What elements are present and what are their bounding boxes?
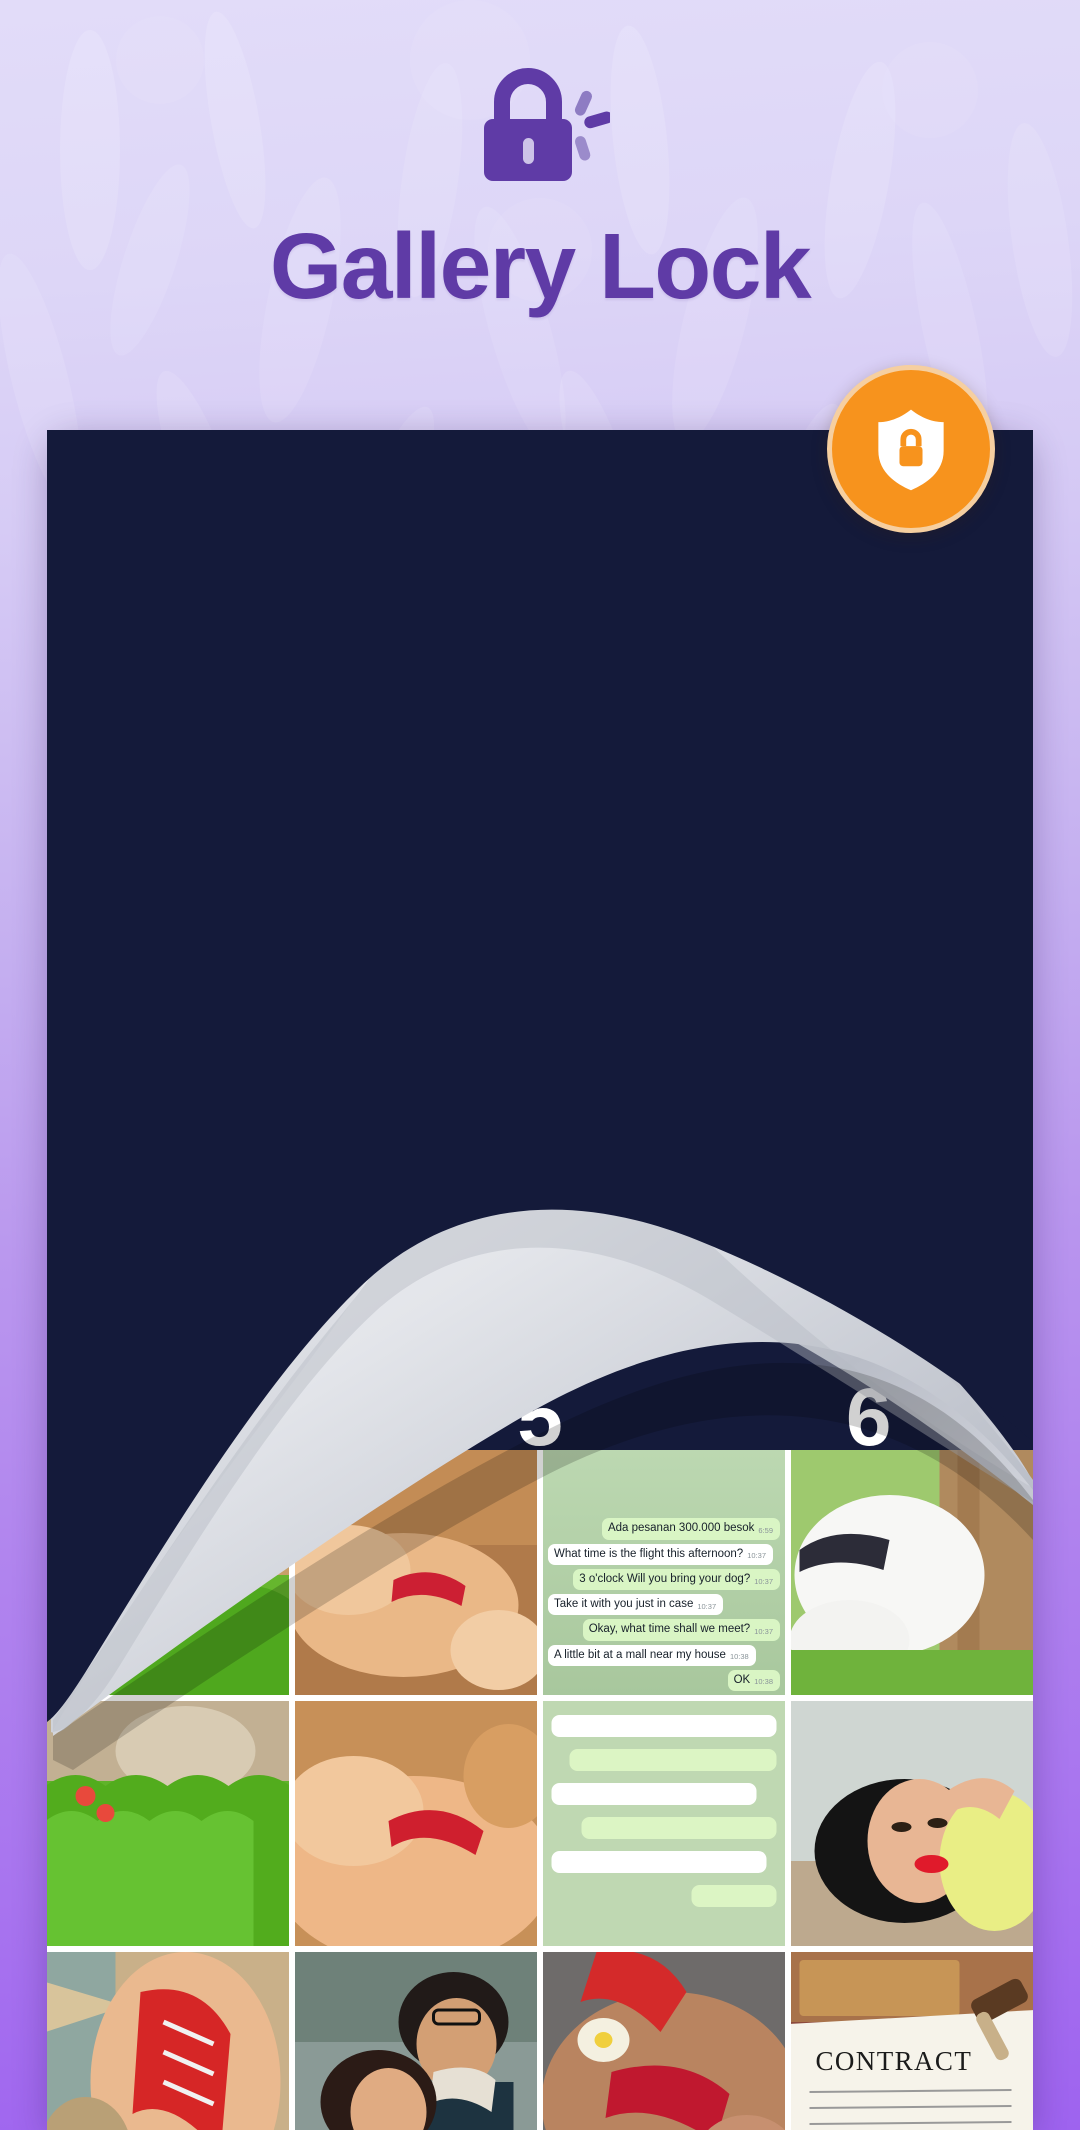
app-header: Gallery Lock: [0, 0, 1080, 430]
photo-woman-yellow-top[interactable]: [791, 1701, 1033, 1946]
padlock-icon: [470, 66, 613, 186]
pin-dot-2: [486, 1017, 519, 1049]
numeric-keypad[interactable]: 1 2 3 4 5 6 7 8 9: [47, 1190, 1033, 1646]
pin-dot-4: [636, 1017, 669, 1049]
svg-text:CONTRACT: CONTRACT: [816, 2046, 973, 2076]
pin-dot-1: [411, 1017, 444, 1049]
chat-time: 10:38: [729, 1652, 749, 1662]
key-6[interactable]: 6: [704, 1342, 1033, 1494]
photo-chat-screenshot-2[interactable]: [543, 1701, 785, 1946]
key-5[interactable]: 5: [376, 1342, 705, 1494]
photo-contract-document[interactable]: CONTRACT: [791, 1952, 1033, 2130]
key-9[interactable]: 9: [704, 1494, 1033, 1646]
pin-dot-3: [561, 1017, 594, 1049]
chat-text: OK: [733, 1673, 751, 1686]
page-title: Gallery Lock: [269, 214, 812, 318]
photo-couple-embrace[interactable]: [295, 1952, 537, 2130]
pin-dots: [47, 1017, 1033, 1049]
chat-time: 10:38: [754, 1677, 773, 1687]
chat-text: A little bit at a mall near my house: [554, 1648, 726, 1661]
photo-flower-woman[interactable]: [543, 1952, 785, 2130]
photo-grass-field[interactable]: [47, 1701, 289, 1946]
gallery-flower-icon: [460, 615, 620, 775]
key-8[interactable]: 8: [376, 1494, 705, 1646]
key-4[interactable]: 4: [47, 1342, 376, 1494]
key-2[interactable]: 2: [376, 1190, 705, 1342]
enter-password-label: Enter Password: [298, 806, 782, 876]
key-7[interactable]: 7: [47, 1494, 376, 1646]
photo-red-beachwear[interactable]: [47, 1952, 289, 2130]
key-1[interactable]: 1: [47, 1190, 376, 1342]
key-3[interactable]: 3: [704, 1190, 1033, 1342]
photo-red-swimsuit[interactable]: [295, 1701, 537, 1946]
chat-bubble: A little bit at a mall near my house 10:…: [548, 1644, 756, 1666]
lockscreen-card: Enter Password 1 2 3 4 5 6 7 8 9 Ada pes…: [47, 430, 1033, 2130]
chat-bubble: OK 10:38: [727, 1669, 780, 1691]
